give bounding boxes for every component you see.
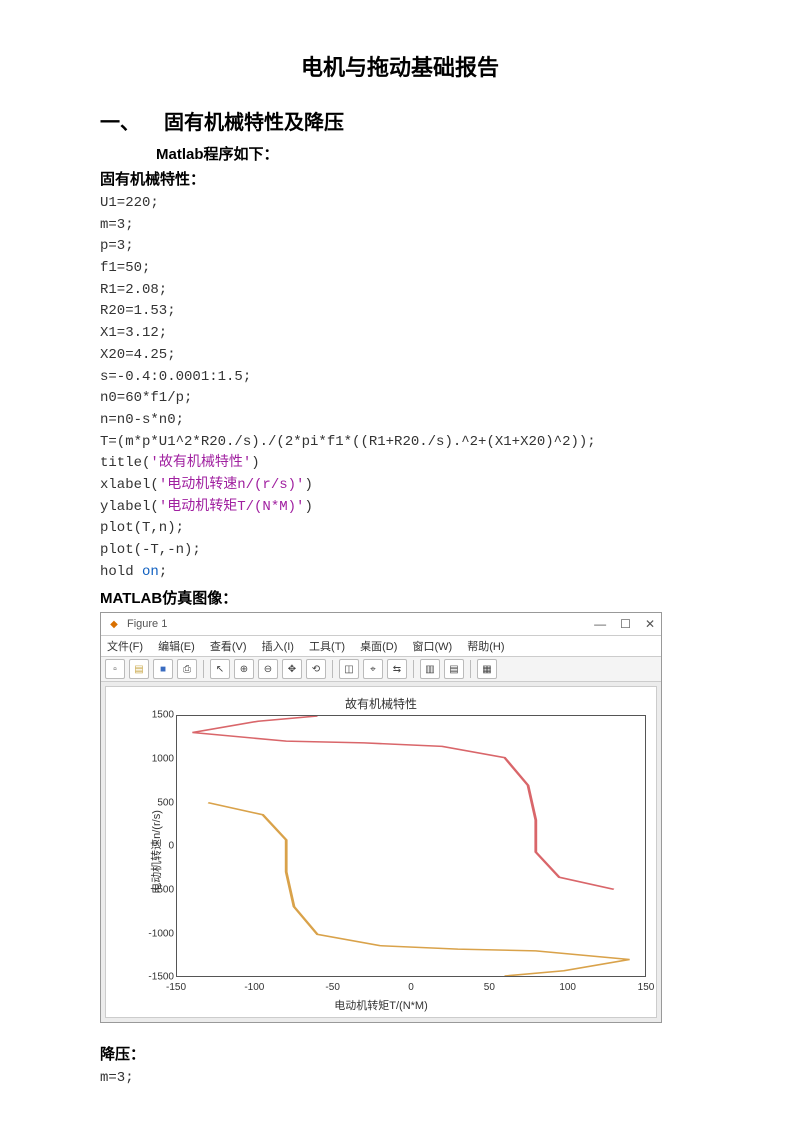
ytick: 1000 — [152, 754, 174, 765]
pointer-icon[interactable]: ↖ — [210, 659, 230, 679]
close-icon[interactable]: ✕ — [645, 617, 655, 631]
figure-titlebar: ◆ Figure 1 — ☐ ✕ — [101, 613, 661, 636]
code-block-2: m=3; — [100, 1068, 700, 1090]
toolbar-separator — [332, 660, 333, 678]
figure-toolbar: ▫ ▤ ■ ⎙ ↖ ⊕ ⊖ ✥ ⟲ ◫ ⌖ ⇆ ▥ ▤ ▦ — [101, 657, 661, 682]
xtick: 0 — [408, 982, 414, 993]
menu-window[interactable]: 窗口(W) — [412, 641, 452, 653]
layout-icon[interactable]: ▦ — [477, 659, 497, 679]
xtick: 100 — [559, 982, 576, 993]
menu-file[interactable]: 文件(F) — [107, 641, 143, 653]
menu-view[interactable]: 查看(V) — [210, 641, 247, 653]
chart-ylabel: 电动机转速n/(r/s) — [148, 811, 164, 895]
colorbar-icon[interactable]: ▥ — [420, 659, 440, 679]
matlab-icon: ◆ — [107, 617, 121, 631]
document-title: 电机与拖动基础报告 — [100, 50, 700, 82]
matlab-figure-window: ◆ Figure 1 — ☐ ✕ 文件(F) 编辑(E) 查看(V) 插入(I)… — [100, 612, 662, 1023]
zoom-out-icon[interactable]: ⊖ — [258, 659, 278, 679]
xtick: -50 — [325, 982, 339, 993]
subheading-matlab: Matlab程序如下： — [156, 143, 700, 164]
chart-title: 故有机械特性 — [106, 695, 656, 712]
chart-svg — [177, 716, 645, 976]
code-block-1: U1=220; m=3; p=3; f1=50; R1=2.08; R20=1.… — [100, 193, 700, 583]
ytick: 0 — [168, 841, 174, 852]
brush-icon[interactable]: ⌖ — [363, 659, 383, 679]
toolbar-separator — [203, 660, 204, 678]
label-inherent: 固有机械特性： — [100, 168, 700, 189]
toolbar-separator — [470, 660, 471, 678]
xtick: 50 — [484, 982, 495, 993]
figure-menubar: 文件(F) 编辑(E) 查看(V) 插入(I) 工具(T) 桌面(D) 窗口(W… — [101, 636, 661, 657]
ytick: -1000 — [148, 928, 174, 939]
pan-icon[interactable]: ✥ — [282, 659, 302, 679]
xtick: -150 — [166, 982, 186, 993]
rotate-icon[interactable]: ⟲ — [306, 659, 326, 679]
datacursor-icon[interactable]: ◫ — [339, 659, 359, 679]
zoom-in-icon[interactable]: ⊕ — [234, 659, 254, 679]
xtick: 150 — [638, 982, 655, 993]
label-voltage-drop: 降压： — [100, 1043, 700, 1064]
print-icon[interactable]: ⎙ — [177, 659, 197, 679]
minimize-icon[interactable]: — — [594, 617, 606, 631]
ytick: -500 — [154, 885, 174, 896]
section-title: 固有机械特性及降压 — [164, 106, 344, 135]
label-simulation: MATLAB仿真图像： — [100, 587, 700, 608]
menu-help[interactable]: 帮助(H) — [467, 641, 504, 653]
toolbar-separator — [413, 660, 414, 678]
legend-icon[interactable]: ▤ — [444, 659, 464, 679]
xtick: -100 — [244, 982, 264, 993]
ytick: 1500 — [152, 710, 174, 721]
menu-tools[interactable]: 工具(T) — [309, 641, 345, 653]
figure-title-text: Figure 1 — [127, 618, 167, 630]
menu-edit[interactable]: 编辑(E) — [158, 641, 195, 653]
menu-insert[interactable]: 插入(I) — [262, 641, 294, 653]
menu-desktop[interactable]: 桌面(D) — [360, 641, 397, 653]
open-icon[interactable]: ▤ — [129, 659, 149, 679]
ytick: -1500 — [148, 972, 174, 983]
plot-area: 故有机械特性 电动机转速n/(r/s) 电动机转矩T/(N*M) -1500-1… — [105, 686, 657, 1018]
new-icon[interactable]: ▫ — [105, 659, 125, 679]
ytick: 500 — [157, 797, 174, 808]
chart-axes — [176, 715, 646, 977]
section-heading: 一、 固有机械特性及降压 — [100, 106, 700, 135]
maximize-icon[interactable]: ☐ — [620, 617, 631, 631]
chart-xlabel: 电动机转矩T/(N*M) — [106, 997, 656, 1013]
section-number: 一、 — [100, 106, 140, 135]
link-icon[interactable]: ⇆ — [387, 659, 407, 679]
save-icon[interactable]: ■ — [153, 659, 173, 679]
